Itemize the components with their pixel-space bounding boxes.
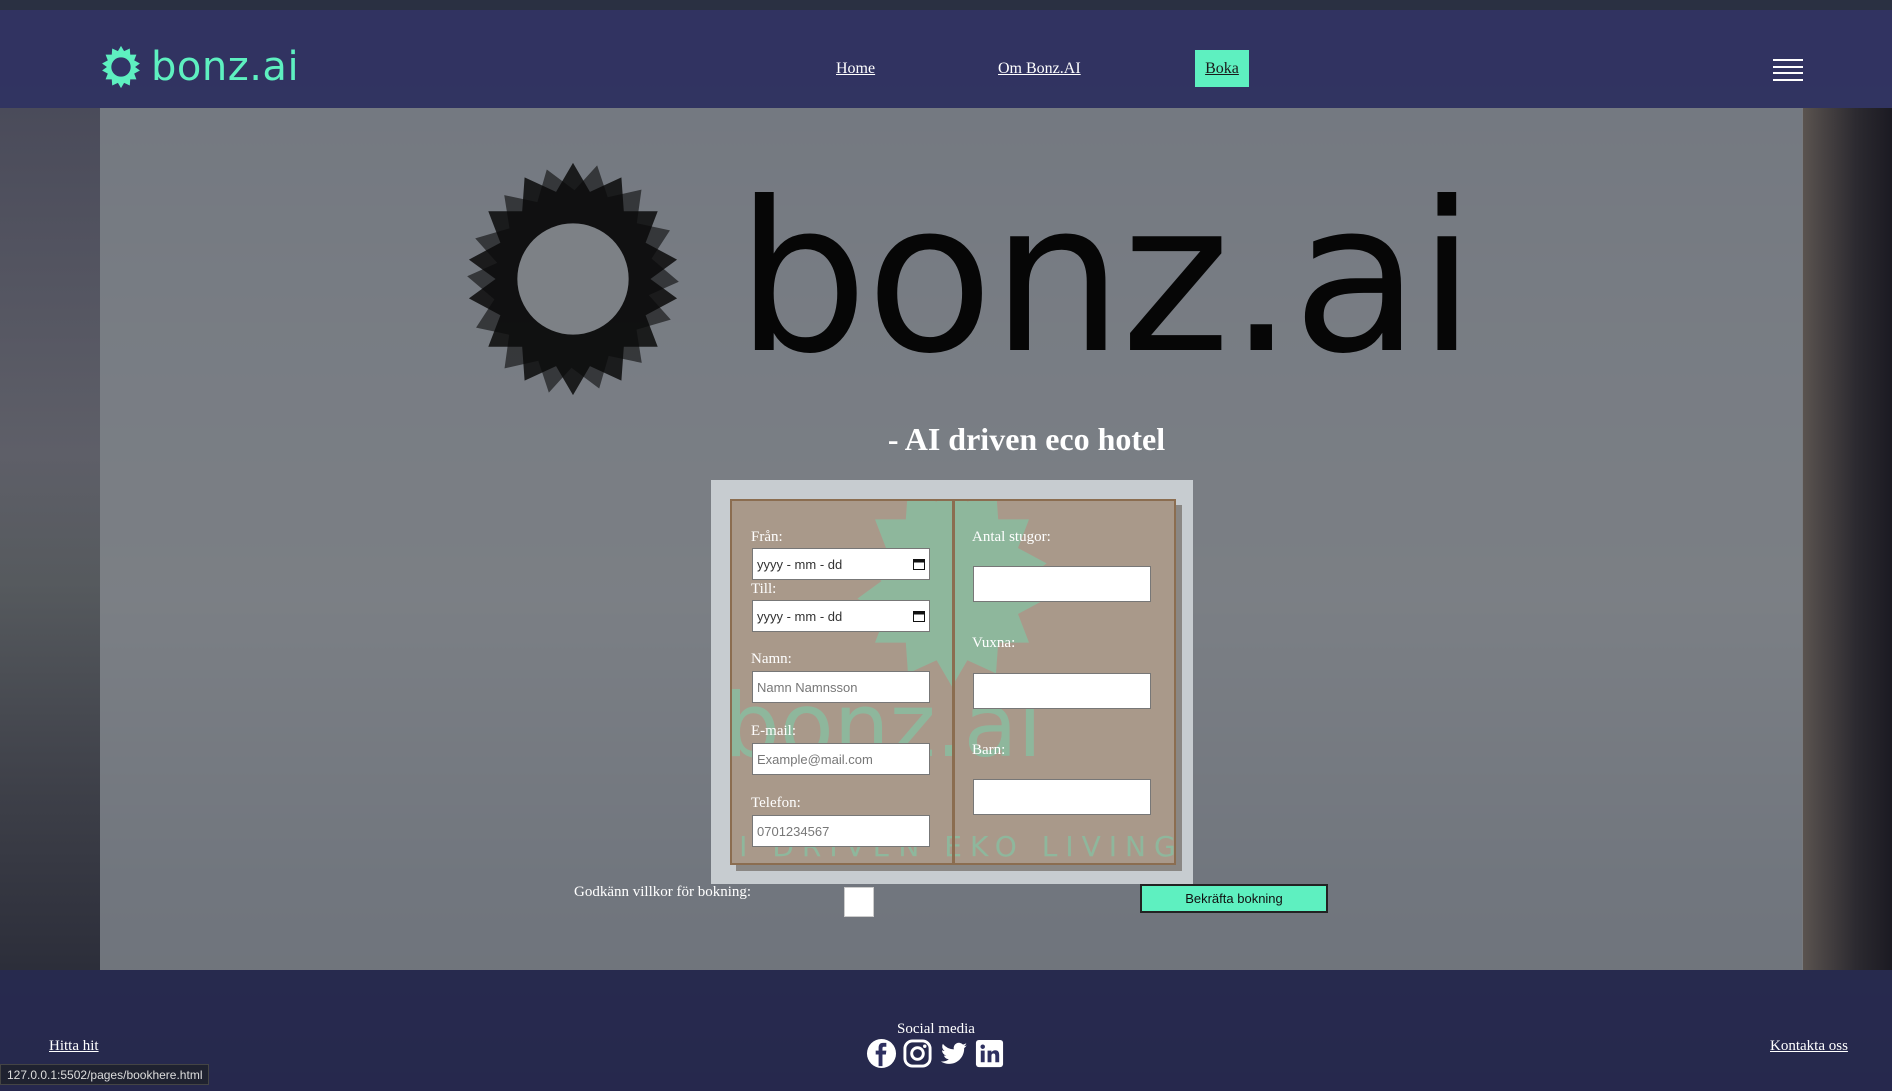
twitter-icon[interactable] bbox=[938, 1038, 969, 1069]
cabins-label: Antal stugor: bbox=[972, 529, 1051, 545]
background-scene-left bbox=[0, 108, 100, 970]
to-date-input[interactable]: yyyy - mm - dd bbox=[752, 600, 930, 632]
hero-logo: bonz.ai bbox=[452, 158, 1476, 400]
nav-home-link[interactable]: Home bbox=[836, 60, 875, 78]
brand-logo[interactable]: bonz.ai bbox=[99, 44, 299, 90]
find-us-link[interactable]: Hitta hit bbox=[49, 1038, 99, 1055]
instagram-icon[interactable] bbox=[902, 1038, 933, 1069]
calendar-icon[interactable] bbox=[913, 558, 925, 570]
form-column-divider bbox=[952, 501, 955, 863]
name-label: Namn: bbox=[751, 651, 792, 667]
calendar-icon[interactable] bbox=[913, 610, 925, 622]
facebook-icon[interactable] bbox=[866, 1038, 897, 1069]
social-icons bbox=[866, 1038, 1005, 1069]
from-label: Från: bbox=[751, 529, 783, 545]
email-label: E-mail: bbox=[751, 723, 796, 739]
children-input[interactable] bbox=[973, 779, 1151, 815]
to-label: Till: bbox=[751, 581, 777, 597]
social-media-title: Social media bbox=[897, 1021, 975, 1037]
contact-link[interactable]: Kontakta oss bbox=[1770, 1038, 1848, 1055]
terms-label: Godkänn villkor för bokning: bbox=[574, 884, 752, 900]
browser-status-bar: 127.0.0.1:5502/pages/bookhere.html bbox=[0, 1064, 210, 1085]
sun-logo-icon bbox=[102, 45, 140, 89]
linkedin-icon[interactable] bbox=[974, 1038, 1005, 1069]
main-panel: bonz.ai - AI driven eco hotel bonz.ai AI… bbox=[100, 108, 1803, 970]
booking-form: bonz.ai AI DRIVEN EKO LIVING Från: yyyy … bbox=[730, 499, 1176, 865]
nav-book-button[interactable]: Boka bbox=[1195, 50, 1249, 87]
navbar: bonz.ai Home Om Bonz.AI Boka bbox=[0, 10, 1892, 108]
hero-brand-name: bonz.ai bbox=[736, 158, 1476, 400]
cabins-input[interactable] bbox=[973, 566, 1151, 602]
big-sun-logo-icon bbox=[467, 162, 679, 396]
terms-checkbox[interactable] bbox=[844, 887, 874, 917]
from-date-input[interactable]: yyyy - mm - dd bbox=[752, 548, 930, 580]
confirm-booking-button[interactable]: Bekräfta bokning bbox=[1140, 884, 1328, 913]
phone-input[interactable]: 0701234567 bbox=[752, 815, 930, 847]
hamburger-menu-icon[interactable] bbox=[1773, 59, 1803, 81]
name-input[interactable]: Namn Namnsson bbox=[752, 671, 930, 703]
top-strip bbox=[0, 0, 1892, 10]
email-input[interactable]: Example@mail.com bbox=[752, 743, 930, 775]
phone-label: Telefon: bbox=[751, 795, 801, 811]
brand-name: bonz.ai bbox=[151, 44, 300, 90]
adults-label: Vuxna: bbox=[972, 635, 1016, 651]
nav-about-link[interactable]: Om Bonz.AI bbox=[998, 60, 1081, 78]
adults-input[interactable] bbox=[973, 673, 1151, 709]
hero-subtitle: - AI driven eco hotel bbox=[887, 421, 1166, 457]
children-label: Barn: bbox=[972, 742, 1006, 758]
background-scene-right bbox=[1802, 108, 1892, 970]
